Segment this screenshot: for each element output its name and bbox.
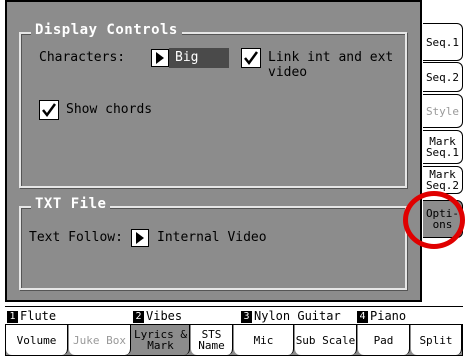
screen: Display Controls Characters: Big Link in… bbox=[0, 0, 465, 358]
show-chords-checkbox[interactable] bbox=[39, 100, 59, 120]
display-controls-title: Display Controls bbox=[31, 22, 182, 38]
link-video-label: Link int and ext video bbox=[268, 50, 394, 80]
tab-seq2[interactable]: Seq.2 bbox=[423, 62, 463, 92]
tab-lyrics-mark[interactable]: Lyrics & Mark bbox=[132, 325, 190, 355]
txt-file-title: TXT File bbox=[31, 196, 111, 212]
text-follow-label: Text Follow: bbox=[29, 230, 123, 245]
track-row: 1 Flute 2 Vibes 3 Nylon Guitar 4 Piano bbox=[5, 306, 463, 325]
track-name: Piano bbox=[370, 309, 407, 323]
track-2[interactable]: 2 Vibes bbox=[133, 309, 182, 323]
track-number: 1 bbox=[7, 310, 18, 323]
tab-style[interactable]: Style bbox=[423, 94, 463, 128]
tab-pad[interactable]: Pad bbox=[358, 325, 410, 355]
arrow-right-icon bbox=[136, 232, 144, 244]
arrow-right-icon bbox=[156, 52, 164, 64]
tab-mark-seq1[interactable]: Mark Seq.1 bbox=[423, 130, 463, 164]
checkmark-icon bbox=[244, 51, 259, 66]
main-panel: Display Controls Characters: Big Link in… bbox=[5, 0, 422, 302]
txt-file-group: TXT File Text Follow: Internal Video bbox=[19, 196, 407, 290]
display-controls-group: Display Controls Characters: Big Link in… bbox=[19, 22, 407, 188]
tab-sub-scale[interactable]: Sub Scale bbox=[295, 325, 357, 355]
track-number: 2 bbox=[133, 310, 144, 323]
track-4[interactable]: 4 Piano bbox=[357, 309, 406, 323]
track-name: Nylon Guitar bbox=[254, 309, 341, 323]
tab-sts-name[interactable]: STS Name bbox=[191, 325, 233, 355]
track-number: 4 bbox=[357, 310, 368, 323]
tab-mic[interactable]: Mic bbox=[234, 325, 294, 355]
tab-split[interactable]: Split bbox=[411, 325, 462, 355]
show-chords-label: Show chords bbox=[66, 102, 153, 117]
link-video-checkbox[interactable] bbox=[241, 48, 261, 68]
characters-value[interactable]: Big bbox=[169, 48, 229, 68]
text-follow-value[interactable]: Internal Video bbox=[157, 230, 267, 245]
bottom-tab-bar: Volume Juke Box Lyrics & Mark STS Name M… bbox=[5, 324, 463, 356]
track-number: 3 bbox=[241, 310, 252, 323]
tab-seq1[interactable]: Seq.1 bbox=[423, 23, 463, 61]
track-1[interactable]: 1 Flute bbox=[7, 309, 56, 323]
highlight-circle bbox=[403, 191, 465, 249]
track-3[interactable]: 3 Nylon Guitar bbox=[241, 309, 341, 323]
characters-label: Characters: bbox=[39, 50, 126, 65]
tab-juke-box[interactable]: Juke Box bbox=[69, 325, 131, 355]
characters-select-button[interactable] bbox=[151, 49, 169, 67]
checkmark-icon bbox=[42, 103, 57, 118]
tab-mark-seq2[interactable]: Mark Seq.2 bbox=[423, 166, 463, 194]
text-follow-select-button[interactable] bbox=[131, 229, 149, 247]
track-name: Flute bbox=[20, 309, 57, 323]
track-name: Vibes bbox=[146, 309, 183, 323]
tab-volume[interactable]: Volume bbox=[6, 325, 68, 355]
